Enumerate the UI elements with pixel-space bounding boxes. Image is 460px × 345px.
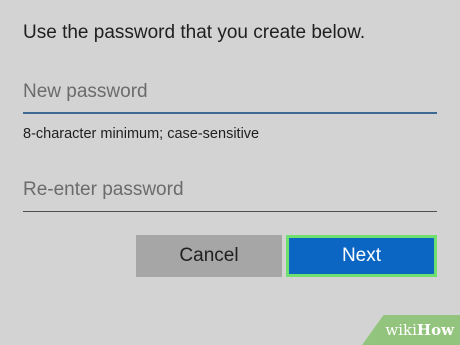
reenter-password-input[interactable] [23, 176, 437, 204]
cancel-button[interactable]: Cancel [136, 235, 282, 277]
watermark-wiki: wiki [385, 321, 417, 339]
new-password-field[interactable] [23, 78, 437, 114]
reenter-password-field[interactable] [23, 176, 437, 212]
reenter-password-underline [23, 211, 437, 212]
instruction-text: Use the password that you create below. [23, 22, 366, 43]
new-password-input[interactable] [23, 78, 437, 106]
password-hint: 8-character minimum; case-sensitive [23, 126, 260, 142]
wikihow-watermark: wiki How [362, 315, 460, 345]
watermark-how: How [416, 321, 454, 339]
new-password-underline [23, 112, 437, 114]
next-button[interactable]: Next [286, 235, 437, 277]
